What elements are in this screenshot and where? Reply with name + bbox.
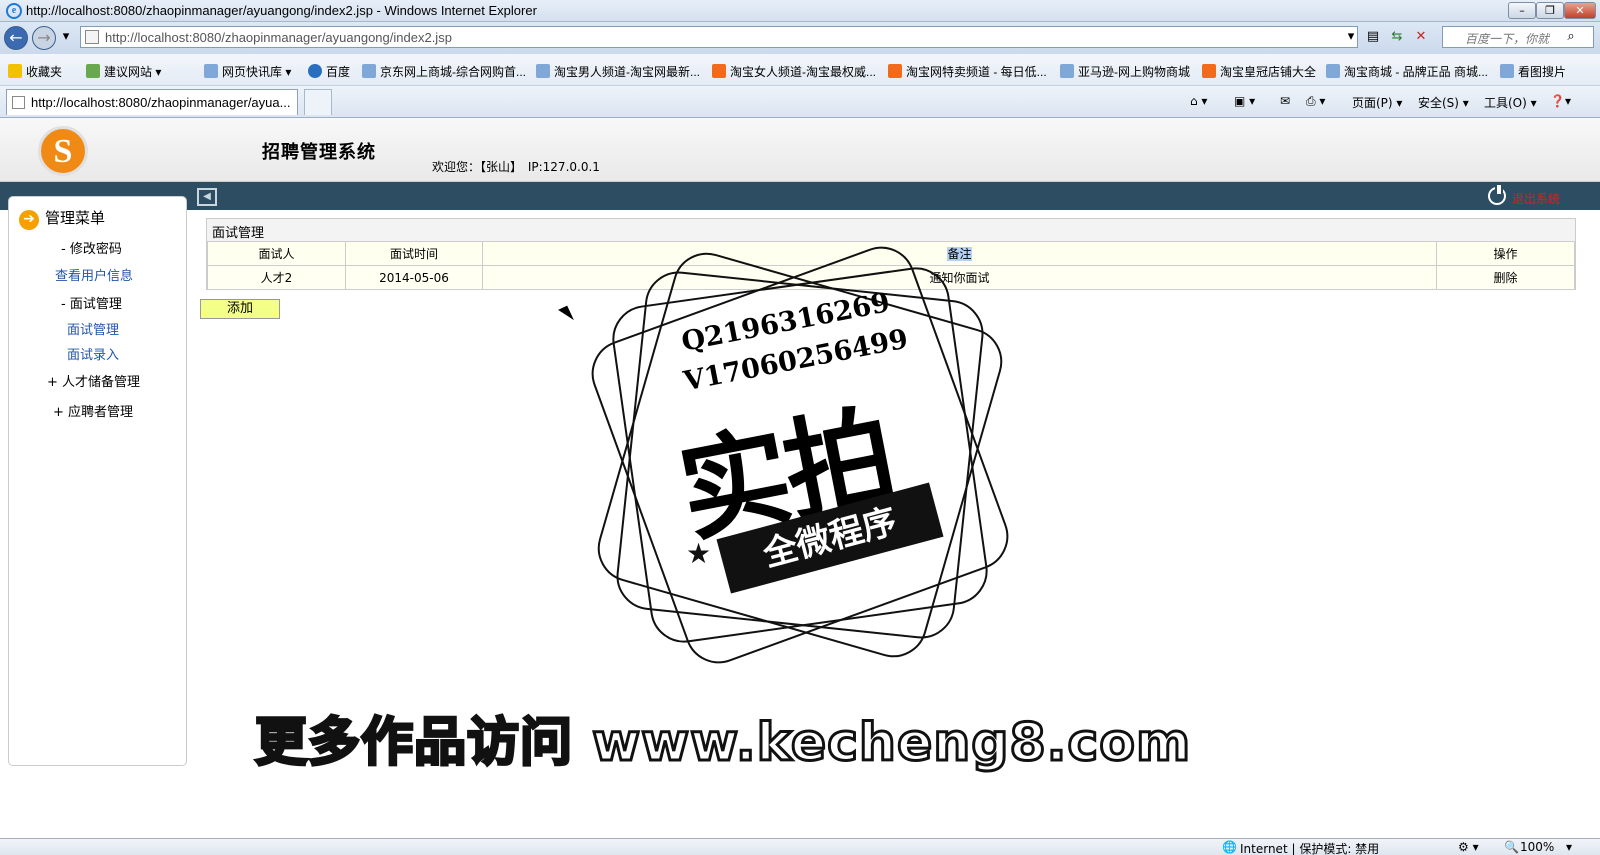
sidebar-item-applicant[interactable]: + 应聘者管理 <box>53 401 133 420</box>
title-bar: e http://localhost:8080/zhaopinmanager/a… <box>0 0 1600 22</box>
sidebar-item-interview-entry[interactable]: 面试录入 <box>67 344 119 363</box>
page-menu[interactable]: 页面(P) ▾ <box>1352 94 1402 111</box>
fav-item-9[interactable]: 淘宝商城 - 品牌正品 商城... <box>1326 63 1488 80</box>
menu-header: ➔ 管理菜单 <box>19 207 105 230</box>
page-icon <box>85 30 99 44</box>
status-bar: 🌐 Internet | 保护模式: 禁用 ⚙ ▾ 🔍 100% ▾ <box>0 838 1600 855</box>
sidebar-item-interview-group[interactable]: - 面试管理 <box>61 293 122 312</box>
globe-icon: 🌐 <box>1222 840 1237 854</box>
safety-menu[interactable]: 安全(S) ▾ <box>1418 94 1469 111</box>
home-icon[interactable]: ⌂ ▾ <box>1190 94 1207 108</box>
close-button[interactable]: ✕ <box>1564 2 1596 19</box>
maximize-button[interactable]: ❐ <box>1536 2 1564 19</box>
star-icon: ★ <box>686 537 712 570</box>
zoom-dropdown-icon[interactable]: ▾ <box>1566 840 1572 854</box>
compat-view-icon[interactable]: ▤ <box>1362 26 1384 48</box>
system-title: 招聘管理系统 <box>262 142 376 163</box>
fav-item-2[interactable]: 百度 <box>308 63 350 80</box>
sidebar-item-interview-manage[interactable]: 面试管理 <box>67 319 119 338</box>
tab-row: http://localhost:8080/zhaopinmanager/ayu… <box>0 86 1600 118</box>
watermark-site-text: 更多作品访问 www.kecheng8.com <box>253 712 1192 775</box>
fav-item-8[interactable]: 淘宝皇冠店铺大全 <box>1202 63 1316 80</box>
minimize-button[interactable]: – <box>1508 2 1536 19</box>
history-dropdown-icon[interactable]: ▾ <box>58 26 74 48</box>
collapse-sidebar-icon[interactable]: ◀ <box>197 188 217 206</box>
stop-icon[interactable]: ✕ <box>1410 26 1432 48</box>
fav-item-5[interactable]: 淘宝女人频道-淘宝最权威... <box>712 63 876 80</box>
app-header: 招聘管理系统 欢迎您：【张山】 IP:127.0.0.1 <box>0 118 1600 182</box>
active-tab[interactable]: http://localhost:8080/zhaopinmanager/ayu… <box>6 89 298 115</box>
forward-button[interactable]: → <box>32 26 56 50</box>
mail-icon[interactable]: ✉ <box>1280 94 1290 108</box>
address-dropdown-icon[interactable]: ▾ <box>1340 26 1362 48</box>
sidebar-item-user-info[interactable]: 查看用户信息 <box>55 265 133 284</box>
sidebar: ➔ 管理菜单 - 修改密码 查看用户信息 - 面试管理 面试管理 面试录入 + 人… <box>8 196 187 766</box>
feeds-icon[interactable]: ▣ ▾ <box>1234 94 1255 108</box>
fav-item-0[interactable]: 建议网站 ▾ <box>86 63 161 80</box>
search-icon[interactable]: ⌕ <box>1560 26 1582 48</box>
print-icon[interactable]: ⎙ ▾ <box>1306 94 1325 109</box>
address-url: http://localhost:8080/zhaopinmanager/ayu… <box>105 30 452 45</box>
panel-title: 面试管理 <box>212 226 265 241</box>
security-zone[interactable]: Internet | 保护模式: 禁用 <box>1240 840 1379 855</box>
power-icon[interactable] <box>1488 185 1506 205</box>
welcome-text: 欢迎您：【张山】 IP:127.0.0.1 <box>432 158 602 175</box>
window-title: http://localhost:8080/zhaopinmanager/ayu… <box>26 3 537 18</box>
browser-window: e http://localhost:8080/zhaopinmanager/a… <box>0 0 1600 855</box>
fav-item-10[interactable]: 看图搜片 <box>1500 63 1566 80</box>
sidebar-item-change-password[interactable]: - 修改密码 <box>61 238 122 257</box>
ip-address: IP:127.0.0.1 <box>527 160 600 174</box>
fav-item-1[interactable]: 网页快讯库 ▾ <box>204 63 291 80</box>
refresh-icon[interactable]: ⇆ <box>1386 26 1408 48</box>
col-interview-time: 面试时间 <box>345 241 483 266</box>
fav-item-3[interactable]: 京东网上商城-综合网购首... <box>362 63 526 80</box>
tab-title: http://localhost:8080/zhaopinmanager/ayu… <box>31 95 291 110</box>
zoom-icon[interactable]: 🔍 <box>1504 840 1519 854</box>
protected-mode-icon[interactable]: ⚙ ▾ <box>1458 840 1479 854</box>
tools-menu[interactable]: 工具(O) ▾ <box>1484 94 1537 111</box>
add-button[interactable]: 添加 <box>200 299 280 319</box>
help-icon[interactable]: ❓▾ <box>1550 94 1571 108</box>
address-row: ← → ▾ http://localhost:8080/zhaopinmanag… <box>0 22 1600 54</box>
welcome-user: 欢迎您：【张山】 <box>432 160 523 174</box>
cell-date: 2014-05-06 <box>345 265 483 290</box>
star-icon <box>8 64 22 78</box>
logout-link[interactable]: 退出系统 <box>1512 190 1560 207</box>
new-tab-button[interactable] <box>304 89 332 115</box>
mouse-cursor-icon <box>558 305 574 325</box>
cell-name: 人才2 <box>207 265 346 290</box>
address-bar[interactable]: http://localhost:8080/zhaopinmanager/ayu… <box>80 26 1358 48</box>
nav-bar: ◀ 退出系统 <box>0 182 1600 210</box>
fav-item-4[interactable]: 淘宝男人频道-淘宝网最新... <box>536 63 700 80</box>
back-button[interactable]: ← <box>4 26 28 50</box>
delete-link[interactable]: 删除 <box>1436 265 1575 290</box>
app-logo <box>38 126 88 176</box>
page-icon <box>12 96 25 109</box>
fav-item-6[interactable]: 淘宝网特卖频道 - 每日低... <box>888 63 1047 80</box>
sidebar-item-talent-reserve[interactable]: + 人才储备管理 <box>47 371 140 390</box>
favorites-bar: 收藏夹 建议网站 ▾ 网页快讯库 ▾ 百度 京东网上商城-综合网购首... 淘宝… <box>0 54 1600 86</box>
col-action: 操作 <box>1436 241 1575 266</box>
ie-logo-icon: e <box>6 3 22 19</box>
watermark-stamp: Q2196316269 V17060256499 实拍 全微程序 ★ ★ <box>582 237 1018 673</box>
zoom-level[interactable]: 100% <box>1520 840 1554 854</box>
star-icon: ★ <box>906 483 932 516</box>
fav-item-7[interactable]: 亚马逊-网上购物商城 <box>1060 63 1190 80</box>
arrow-right-icon: ➔ <box>19 210 39 230</box>
col-interviewee: 面试人 <box>207 241 346 266</box>
favorites-button[interactable]: 收藏夹 <box>8 63 62 80</box>
